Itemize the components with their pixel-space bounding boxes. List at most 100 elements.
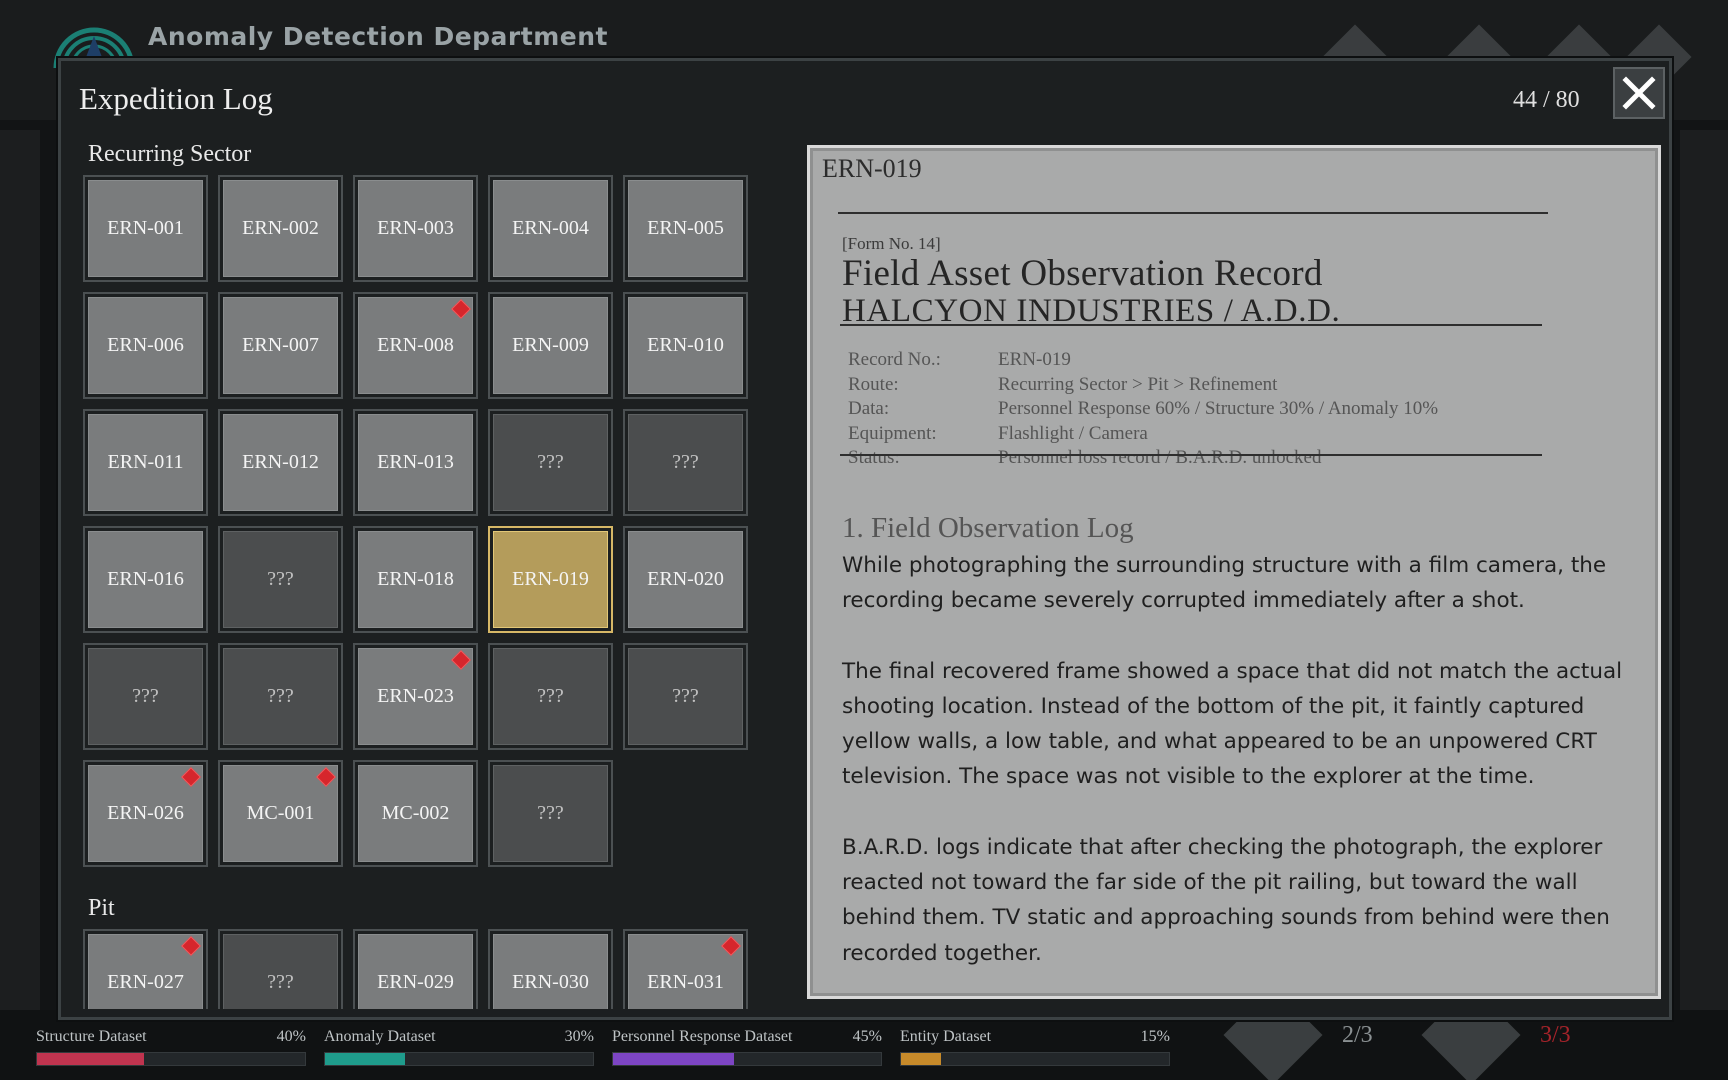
log-paragraph: While photographing the surrounding stru… — [842, 553, 1607, 614]
dataset-label: Structure Dataset — [36, 1028, 147, 1045]
metadata-key: Record No.: — [848, 349, 941, 370]
section-label: Recurring Sector — [88, 141, 252, 167]
metadata-value: Recurring Sector > Pit > Refinement — [998, 373, 1278, 395]
dataset-progress-track — [900, 1052, 1170, 1066]
log-entry-label: ERN-004 — [493, 180, 608, 277]
log-entry-label: ERN-019 — [493, 531, 608, 628]
log-entry-tile[interactable]: ??? — [218, 643, 343, 750]
log-entry-label: ERN-016 — [88, 531, 203, 628]
metadata-row: Equipment: Flashlight / Camera — [848, 422, 1438, 447]
dataset-progress-track — [612, 1052, 882, 1066]
metadata-value: Personnel Response 60% / Structure 30% /… — [998, 398, 1439, 419]
divider — [838, 212, 1548, 214]
log-entry-tile[interactable]: ??? — [488, 643, 613, 750]
record-document: ERN-019 [Form No. 14] Field Asset Observ… — [807, 145, 1661, 999]
log-entry-tile[interactable]: ERN-005 — [623, 175, 748, 282]
log-entry-tile[interactable]: ERN-007 — [218, 292, 343, 399]
entry-grid: ERN-027??? ERN-029 ERN-030 ERN-031 — [83, 929, 748, 1009]
log-entry-tile[interactable]: ERN-006 — [83, 292, 208, 399]
log-entry-tile[interactable]: ERN-018 — [353, 526, 478, 633]
log-paragraph: B.A.R.D. logs indicate that after checki… — [842, 834, 1610, 966]
log-entry-tile[interactable]: ERN-027 — [83, 929, 208, 1009]
log-entry-tile[interactable]: MC-002 — [353, 760, 478, 867]
dataset-meter: Personnel Response Dataset 45% — [612, 1028, 882, 1068]
log-entry-tile[interactable]: ERN-019 — [488, 526, 613, 633]
entry-grid: ERN-001 ERN-002 ERN-003 ERN-004 ERN-005 ERN-0… — [83, 175, 748, 867]
expedition-log-modal: Expedition Log 44 / 80 Recurring Sector E… — [58, 58, 1672, 1020]
record-metadata: Record No.: ERN-019 Route: Recurring Sector… — [848, 348, 1438, 471]
log-entry-tile[interactable]: ??? — [623, 409, 748, 516]
metadata-row: Status: Personnel loss record / B.A.R.D. … — [848, 446, 1438, 471]
log-entry-label: ??? — [223, 531, 338, 628]
dataset-meter: Structure Dataset 40% — [36, 1028, 306, 1068]
metadata-row: Record No.: ERN-019 — [848, 348, 1438, 373]
dataset-value: 40% — [276, 1028, 306, 1045]
log-entry-tile[interactable]: ??? — [83, 643, 208, 750]
log-entry-label: ERN-005 — [628, 180, 743, 277]
log-entry-label: ERN-013 — [358, 414, 473, 511]
background-left-panel — [0, 130, 40, 1010]
dataset-value: 45% — [852, 1028, 882, 1045]
log-entry-tile[interactable]: ERN-002 — [218, 175, 343, 282]
log-entry-label: ??? — [223, 934, 338, 1009]
dataset-label: Entity Dataset — [900, 1028, 992, 1045]
page-counter-b: 3/3 — [1540, 1022, 1571, 1048]
log-entry-tile[interactable]: ERN-026 — [83, 760, 208, 867]
close-icon — [1622, 76, 1656, 110]
log-entry-tile[interactable]: ERN-029 — [353, 929, 478, 1009]
log-entry-label: ERN-003 — [358, 180, 473, 277]
metadata-key: Data: — [848, 398, 890, 419]
log-entry-tile[interactable]: ERN-016 — [83, 526, 208, 633]
log-entry-tile[interactable]: ??? — [488, 760, 613, 867]
log-entry-tile[interactable]: ??? — [488, 409, 613, 516]
log-entry-tile[interactable]: ??? — [623, 643, 748, 750]
dataset-value: 15% — [1140, 1028, 1170, 1045]
metadata-row: Route: Recurring Sector > Pit > Refinemen… — [848, 373, 1438, 398]
log-entry-tile[interactable]: ERN-023 — [353, 643, 478, 750]
log-entry-tile[interactable]: ERN-020 — [623, 526, 748, 633]
log-entry-label: ??? — [223, 648, 338, 745]
log-entry-tile[interactable]: ERN-010 — [623, 292, 748, 399]
dataset-progress-fill — [613, 1053, 734, 1065]
log-entry-tile[interactable]: ERN-009 — [488, 292, 613, 399]
log-entry-label: ERN-010 — [628, 297, 743, 394]
metadata-value: ERN-019 — [998, 349, 1071, 370]
log-entry-tile[interactable]: ERN-012 — [218, 409, 343, 516]
divider — [840, 454, 1542, 456]
log-entry-tile[interactable]: ERN-031 — [623, 929, 748, 1009]
log-entry-tile[interactable]: ERN-003 — [353, 175, 478, 282]
log-entry-label: ??? — [628, 414, 743, 511]
close-button[interactable] — [1613, 67, 1665, 119]
metadata-key: Route: — [848, 373, 899, 395]
log-entry-label: ERN-029 — [358, 934, 473, 1009]
log-entry-label: ??? — [493, 648, 608, 745]
log-entry-tile[interactable]: ERN-011 — [83, 409, 208, 516]
log-entry-tile[interactable]: ERN-013 — [353, 409, 478, 516]
log-entry-label: ERN-012 — [223, 414, 338, 511]
metadata-row: Data: Personnel Response 60% / Structure … — [848, 397, 1438, 422]
metadata-key: Equipment: — [848, 422, 937, 444]
log-entry-tile[interactable]: ??? — [218, 929, 343, 1009]
document-title: Field Asset Observation Record — [842, 253, 1323, 294]
dataset-value: 30% — [564, 1028, 594, 1045]
log-entry-tile[interactable]: ERN-008 — [353, 292, 478, 399]
dataset-progress-track — [324, 1052, 594, 1066]
log-entry-list[interactable]: Recurring Sector ERN-001 ERN-002 ERN-003 ERN… — [83, 141, 813, 1009]
log-entry-label: ??? — [493, 765, 608, 862]
log-entry-tile[interactable]: ERN-001 — [83, 175, 208, 282]
log-entry-tile[interactable]: ERN-004 — [488, 175, 613, 282]
log-entry-label: ERN-009 — [493, 297, 608, 394]
log-entry-label: ??? — [493, 414, 608, 511]
log-entry-tile[interactable]: ERN-030 — [488, 929, 613, 1009]
log-entry-label: MC-002 — [358, 765, 473, 862]
metadata-value: Flashlight / Camera — [998, 422, 1148, 444]
document-id: ERN-019 — [822, 154, 922, 183]
log-entry-label: ERN-007 — [223, 297, 338, 394]
log-entry-label: ??? — [88, 648, 203, 745]
log-entry-label: ERN-020 — [628, 531, 743, 628]
log-paragraph: The final recovered frame showed a space… — [842, 658, 1623, 790]
metadata-key: Status: — [848, 447, 900, 468]
log-entry-tile[interactable]: ??? — [218, 526, 343, 633]
log-entry-label: ??? — [628, 648, 743, 745]
log-entry-tile[interactable]: MC-001 — [218, 760, 343, 867]
